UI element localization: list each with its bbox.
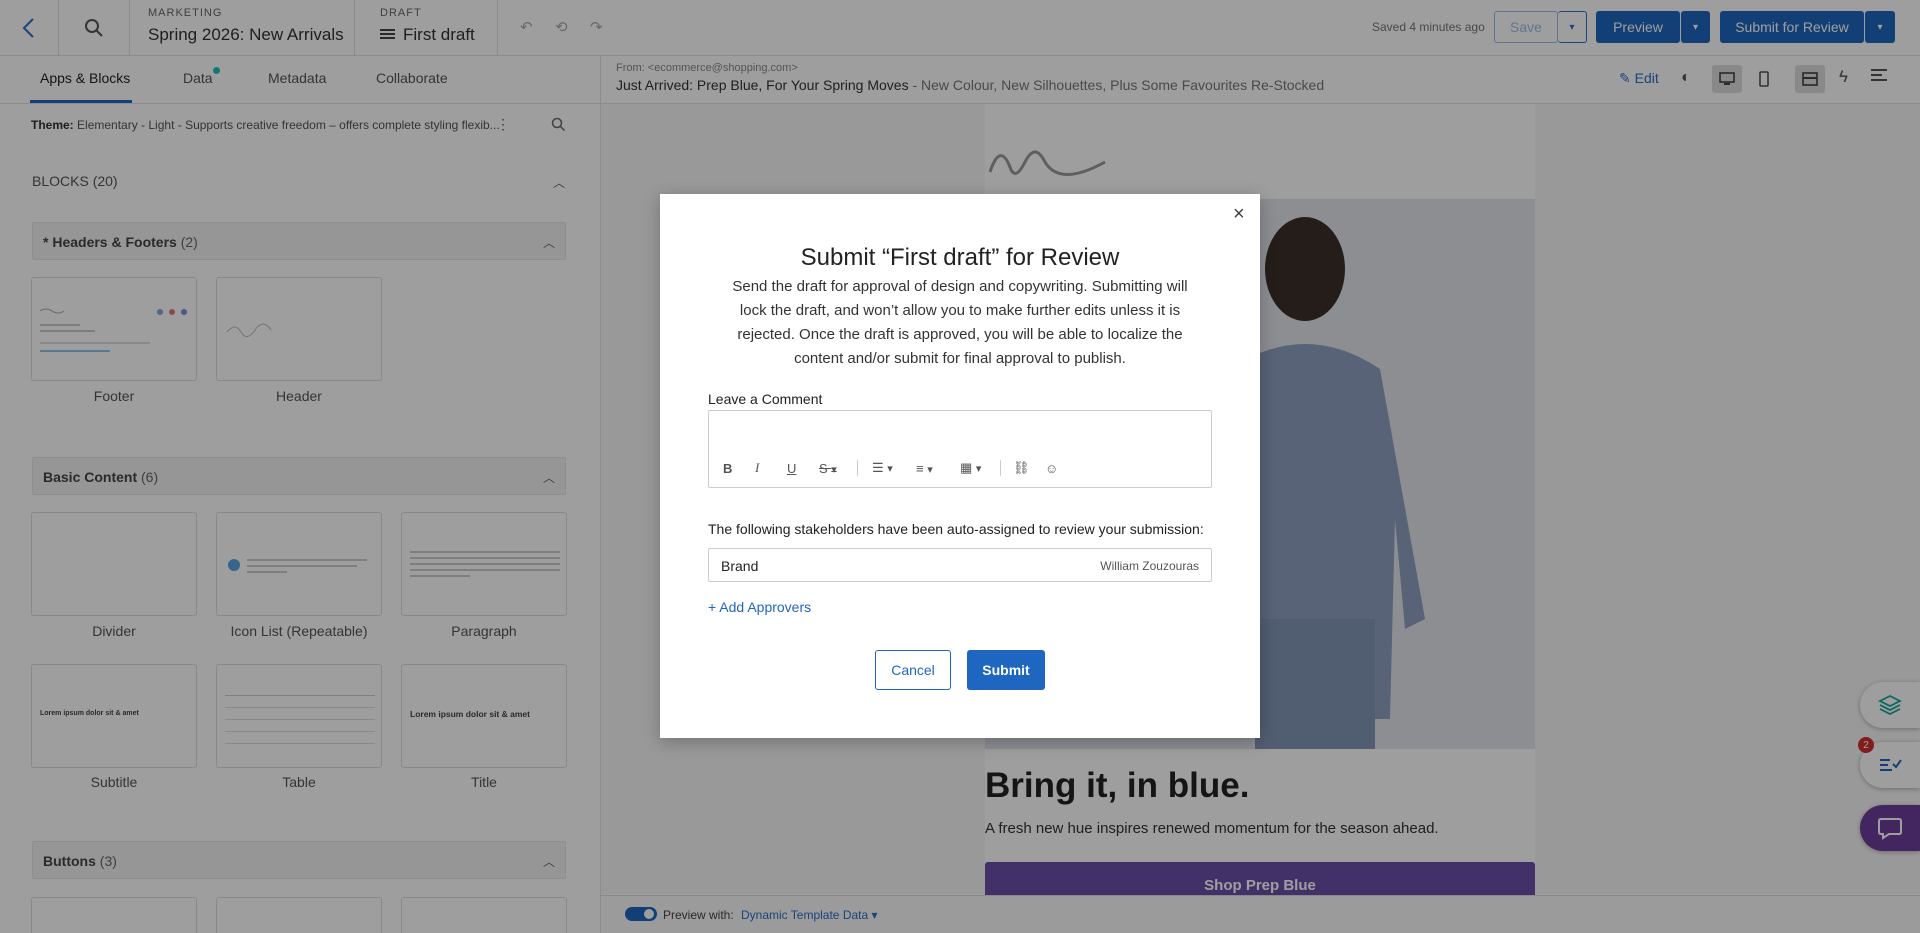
submit-button[interactable]: Submit (967, 650, 1045, 690)
close-icon[interactable]: × (1233, 204, 1245, 224)
italic-icon[interactable]: I (755, 460, 787, 476)
underline-icon[interactable]: U (787, 461, 819, 476)
add-approvers-link[interactable]: + Add Approvers (708, 599, 811, 615)
table-icon[interactable]: ▦ ▾ (960, 460, 1000, 476)
link-icon[interactable]: ⛓ (1013, 460, 1045, 476)
strikethrough-icon[interactable]: S ▾ (819, 461, 853, 476)
dialog-description: Send the draft for approval of design an… (732, 278, 1188, 367)
comment-label: Leave a Comment (708, 391, 823, 407)
stakeholders-text: The following stakeholders have been aut… (708, 521, 1204, 537)
dialog-title: Submit “First draft” for Review (800, 244, 1120, 271)
submit-review-dialog: × Submit “First draft” for Review Send t… (660, 194, 1260, 738)
toolbar-divider (1000, 460, 1001, 476)
text-align-icon[interactable]: ≡ ▾ (916, 461, 960, 476)
approver-row: Brand William Zouzouras (708, 548, 1212, 582)
bullet-list-icon[interactable]: ☰ ▾ (872, 460, 916, 476)
cancel-button[interactable]: Cancel (875, 650, 951, 690)
comment-editor[interactable]: B I U S ▾ ☰ ▾ ≡ ▾ ▦ ▾ ⛓ ☺ (708, 410, 1212, 488)
bold-icon[interactable]: B (723, 461, 755, 476)
emoji-icon[interactable]: ☺ (1045, 461, 1069, 476)
comment-input[interactable] (709, 411, 1211, 451)
approver-name: William Zouzouras (1100, 559, 1199, 573)
editor-toolbar: B I U S ▾ ☰ ▾ ≡ ▾ ▦ ▾ ⛓ ☺ (723, 458, 1069, 478)
toolbar-divider (857, 460, 858, 476)
approver-role: Brand (721, 558, 759, 574)
